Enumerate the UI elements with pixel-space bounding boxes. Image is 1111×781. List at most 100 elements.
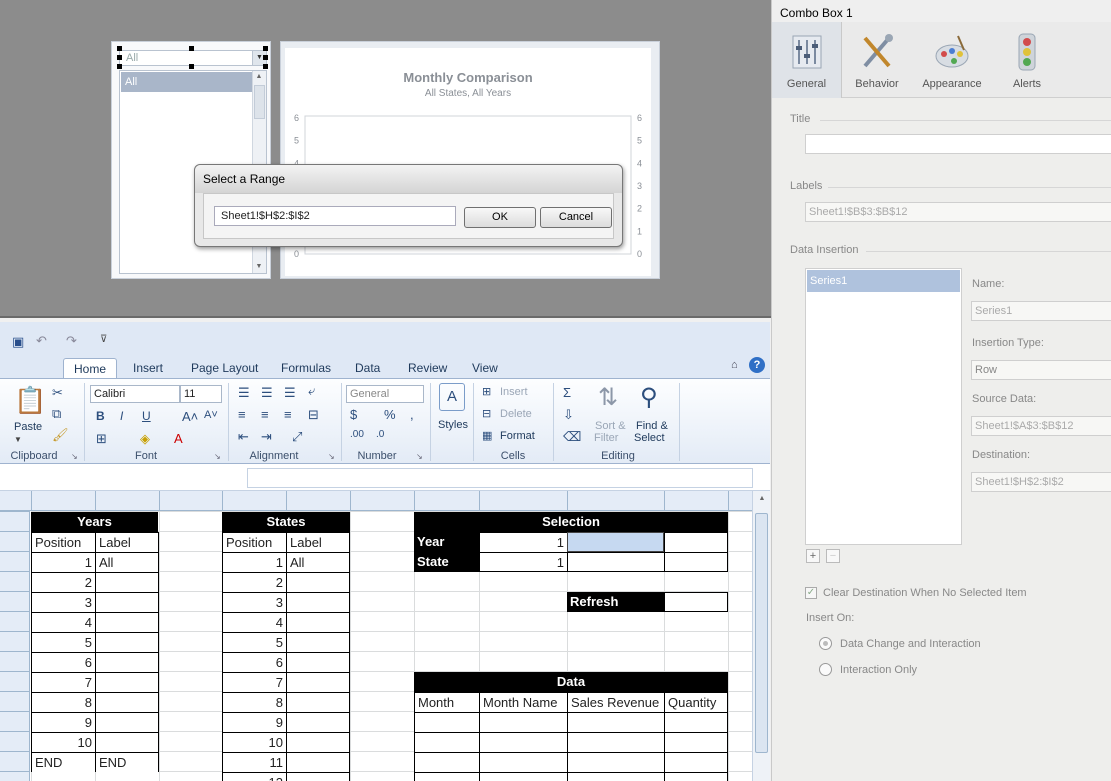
- align-top-icon[interactable]: ☰: [238, 385, 250, 401]
- undo-icon[interactable]: ↶: [36, 333, 47, 349]
- destination-input[interactable]: Sheet1!$H$2:$I$2: [971, 472, 1111, 492]
- dialog-launcher-icon[interactable]: ↘: [214, 452, 221, 461]
- column-header[interactable]: [728, 491, 729, 511]
- selection-title[interactable]: Selection: [414, 512, 728, 532]
- states-label-cell[interactable]: [286, 652, 350, 672]
- styles-icon[interactable]: A: [439, 383, 465, 411]
- row-header[interactable]: [0, 731, 30, 732]
- tab-review[interactable]: Review: [408, 358, 447, 379]
- years-label-cell[interactable]: END: [95, 752, 159, 772]
- scroll-up-icon[interactable]: ▲: [756, 493, 768, 505]
- empty-cell[interactable]: [664, 552, 728, 572]
- years-header-label[interactable]: Label: [95, 532, 159, 552]
- states-label-cell[interactable]: [286, 592, 350, 612]
- years-position-cell[interactable]: 5: [31, 632, 95, 652]
- cancel-button[interactable]: Cancel: [540, 207, 612, 228]
- years-position-cell[interactable]: 4: [31, 612, 95, 632]
- row-headers[interactable]: [0, 511, 30, 781]
- increase-decimal-icon[interactable]: .00: [350, 429, 364, 440]
- resize-handle[interactable]: [189, 64, 194, 69]
- states-position-cell[interactable]: 5: [222, 632, 286, 652]
- worksheet[interactable]: Years Position Label 1 All 2 3 4 5 6 7 8 9 10 END EN…: [0, 491, 770, 781]
- states-position-cell[interactable]: 6: [222, 652, 286, 672]
- column-header[interactable]: [664, 491, 665, 511]
- column-header[interactable]: [222, 491, 223, 511]
- add-series-icon[interactable]: +: [806, 549, 820, 563]
- name-box[interactable]: [6, 468, 246, 488]
- dialog-launcher-icon[interactable]: ↘: [71, 452, 78, 461]
- data-table-cell[interactable]: [414, 752, 479, 772]
- title-input[interactable]: [805, 134, 1111, 154]
- refresh-value-cell[interactable]: [664, 592, 728, 612]
- scroll-thumb[interactable]: [755, 513, 768, 753]
- series-list[interactable]: Series1: [805, 268, 962, 545]
- align-center-icon[interactable]: ≡: [261, 407, 269, 422]
- paste-label[interactable]: Paste: [14, 421, 42, 433]
- help-icon[interactable]: ?: [749, 357, 765, 373]
- fill-icon[interactable]: ⇩: [563, 407, 574, 423]
- states-position-cell[interactable]: 1: [222, 552, 286, 572]
- resize-handle[interactable]: [117, 64, 122, 69]
- paste-icon[interactable]: 📋: [14, 385, 46, 416]
- years-label-cell[interactable]: [95, 572, 159, 592]
- sort-filter-icon[interactable]: ⇅: [598, 383, 618, 412]
- data-header-quantity[interactable]: Quantity: [664, 692, 728, 712]
- align-left-icon[interactable]: ≡: [238, 407, 246, 422]
- states-header-label[interactable]: Label: [286, 532, 350, 552]
- years-header-position[interactable]: Position: [31, 532, 95, 552]
- tab-formulas[interactable]: Formulas: [281, 358, 331, 379]
- states-label-cell[interactable]: [286, 772, 350, 781]
- font-color-icon[interactable]: A: [174, 431, 183, 446]
- empty-cell[interactable]: [664, 532, 728, 552]
- state-label-output-cell[interactable]: [567, 552, 664, 572]
- state-label-cell[interactable]: State: [414, 552, 479, 572]
- years-position-cell[interactable]: 2: [31, 572, 95, 592]
- sheet-vertical-scrollbar[interactable]: ▲: [752, 491, 770, 781]
- wrap-text-icon[interactable]: ⤶: [308, 383, 315, 399]
- row-header[interactable]: [0, 651, 30, 652]
- years-label-cell[interactable]: [95, 612, 159, 632]
- data-table-cell[interactable]: [567, 752, 664, 772]
- data-table-cell[interactable]: [479, 732, 567, 752]
- data-table-cell[interactable]: [664, 772, 728, 781]
- data-table-cell[interactable]: [414, 712, 479, 732]
- increase-indent-icon[interactable]: ⇥: [261, 429, 272, 445]
- fill-color-icon[interactable]: ◈: [140, 431, 150, 447]
- decrease-indent-icon[interactable]: ⇤: [238, 429, 249, 445]
- year-label-cell[interactable]: Year: [414, 532, 479, 552]
- clear-destination-checkbox[interactable]: ✓: [805, 587, 817, 599]
- insertion-type-select[interactable]: Row: [971, 360, 1111, 380]
- column-headers[interactable]: [0, 491, 752, 511]
- tab-general[interactable]: General: [772, 22, 842, 98]
- year-label-output-cell[interactable]: [567, 532, 664, 552]
- dialog-launcher-icon[interactable]: ↘: [416, 452, 423, 461]
- column-header[interactable]: [286, 491, 287, 511]
- select-range-dialog[interactable]: Select a Range Sheet1!$H$2:$I$2 OK Cance…: [194, 164, 623, 247]
- states-label-cell[interactable]: All: [286, 552, 350, 572]
- delete-cells-icon[interactable]: ⊟: [482, 407, 491, 420]
- series-name-input[interactable]: Series1: [971, 301, 1111, 321]
- years-position-cell[interactable]: 6: [31, 652, 95, 672]
- scroll-down-icon[interactable]: ▼: [253, 261, 265, 273]
- row-header[interactable]: [0, 571, 30, 572]
- data-table-cell[interactable]: [664, 752, 728, 772]
- states-position-cell[interactable]: 2: [222, 572, 286, 592]
- tab-behavior[interactable]: Behavior: [842, 22, 912, 98]
- tab-home[interactable]: Home: [63, 358, 118, 379]
- sort-filter-label-1[interactable]: Sort &: [595, 420, 626, 432]
- labels-range-input[interactable]: Sheet1!$B$3:$B$12: [805, 202, 1111, 222]
- states-position-cell[interactable]: 10: [222, 732, 286, 752]
- font-size-select[interactable]: 11: [180, 385, 222, 403]
- format-cells-icon[interactable]: ▦: [482, 429, 492, 442]
- states-position-cell[interactable]: 11: [222, 752, 286, 772]
- column-header[interactable]: [95, 491, 96, 511]
- years-position-cell[interactable]: 9: [31, 712, 95, 732]
- row-header[interactable]: [0, 551, 30, 552]
- resize-handle[interactable]: [117, 46, 122, 51]
- autosum-icon[interactable]: Σ: [563, 385, 571, 400]
- states-position-cell[interactable]: 4: [222, 612, 286, 632]
- states-position-cell[interactable]: 9: [222, 712, 286, 732]
- excel-window[interactable]: ▣ ↶ ↷ ⊽ Home Insert Page Layout Formulas…: [0, 322, 770, 781]
- tab-view[interactable]: View: [472, 358, 498, 379]
- comma-style-icon[interactable]: ,: [410, 407, 414, 422]
